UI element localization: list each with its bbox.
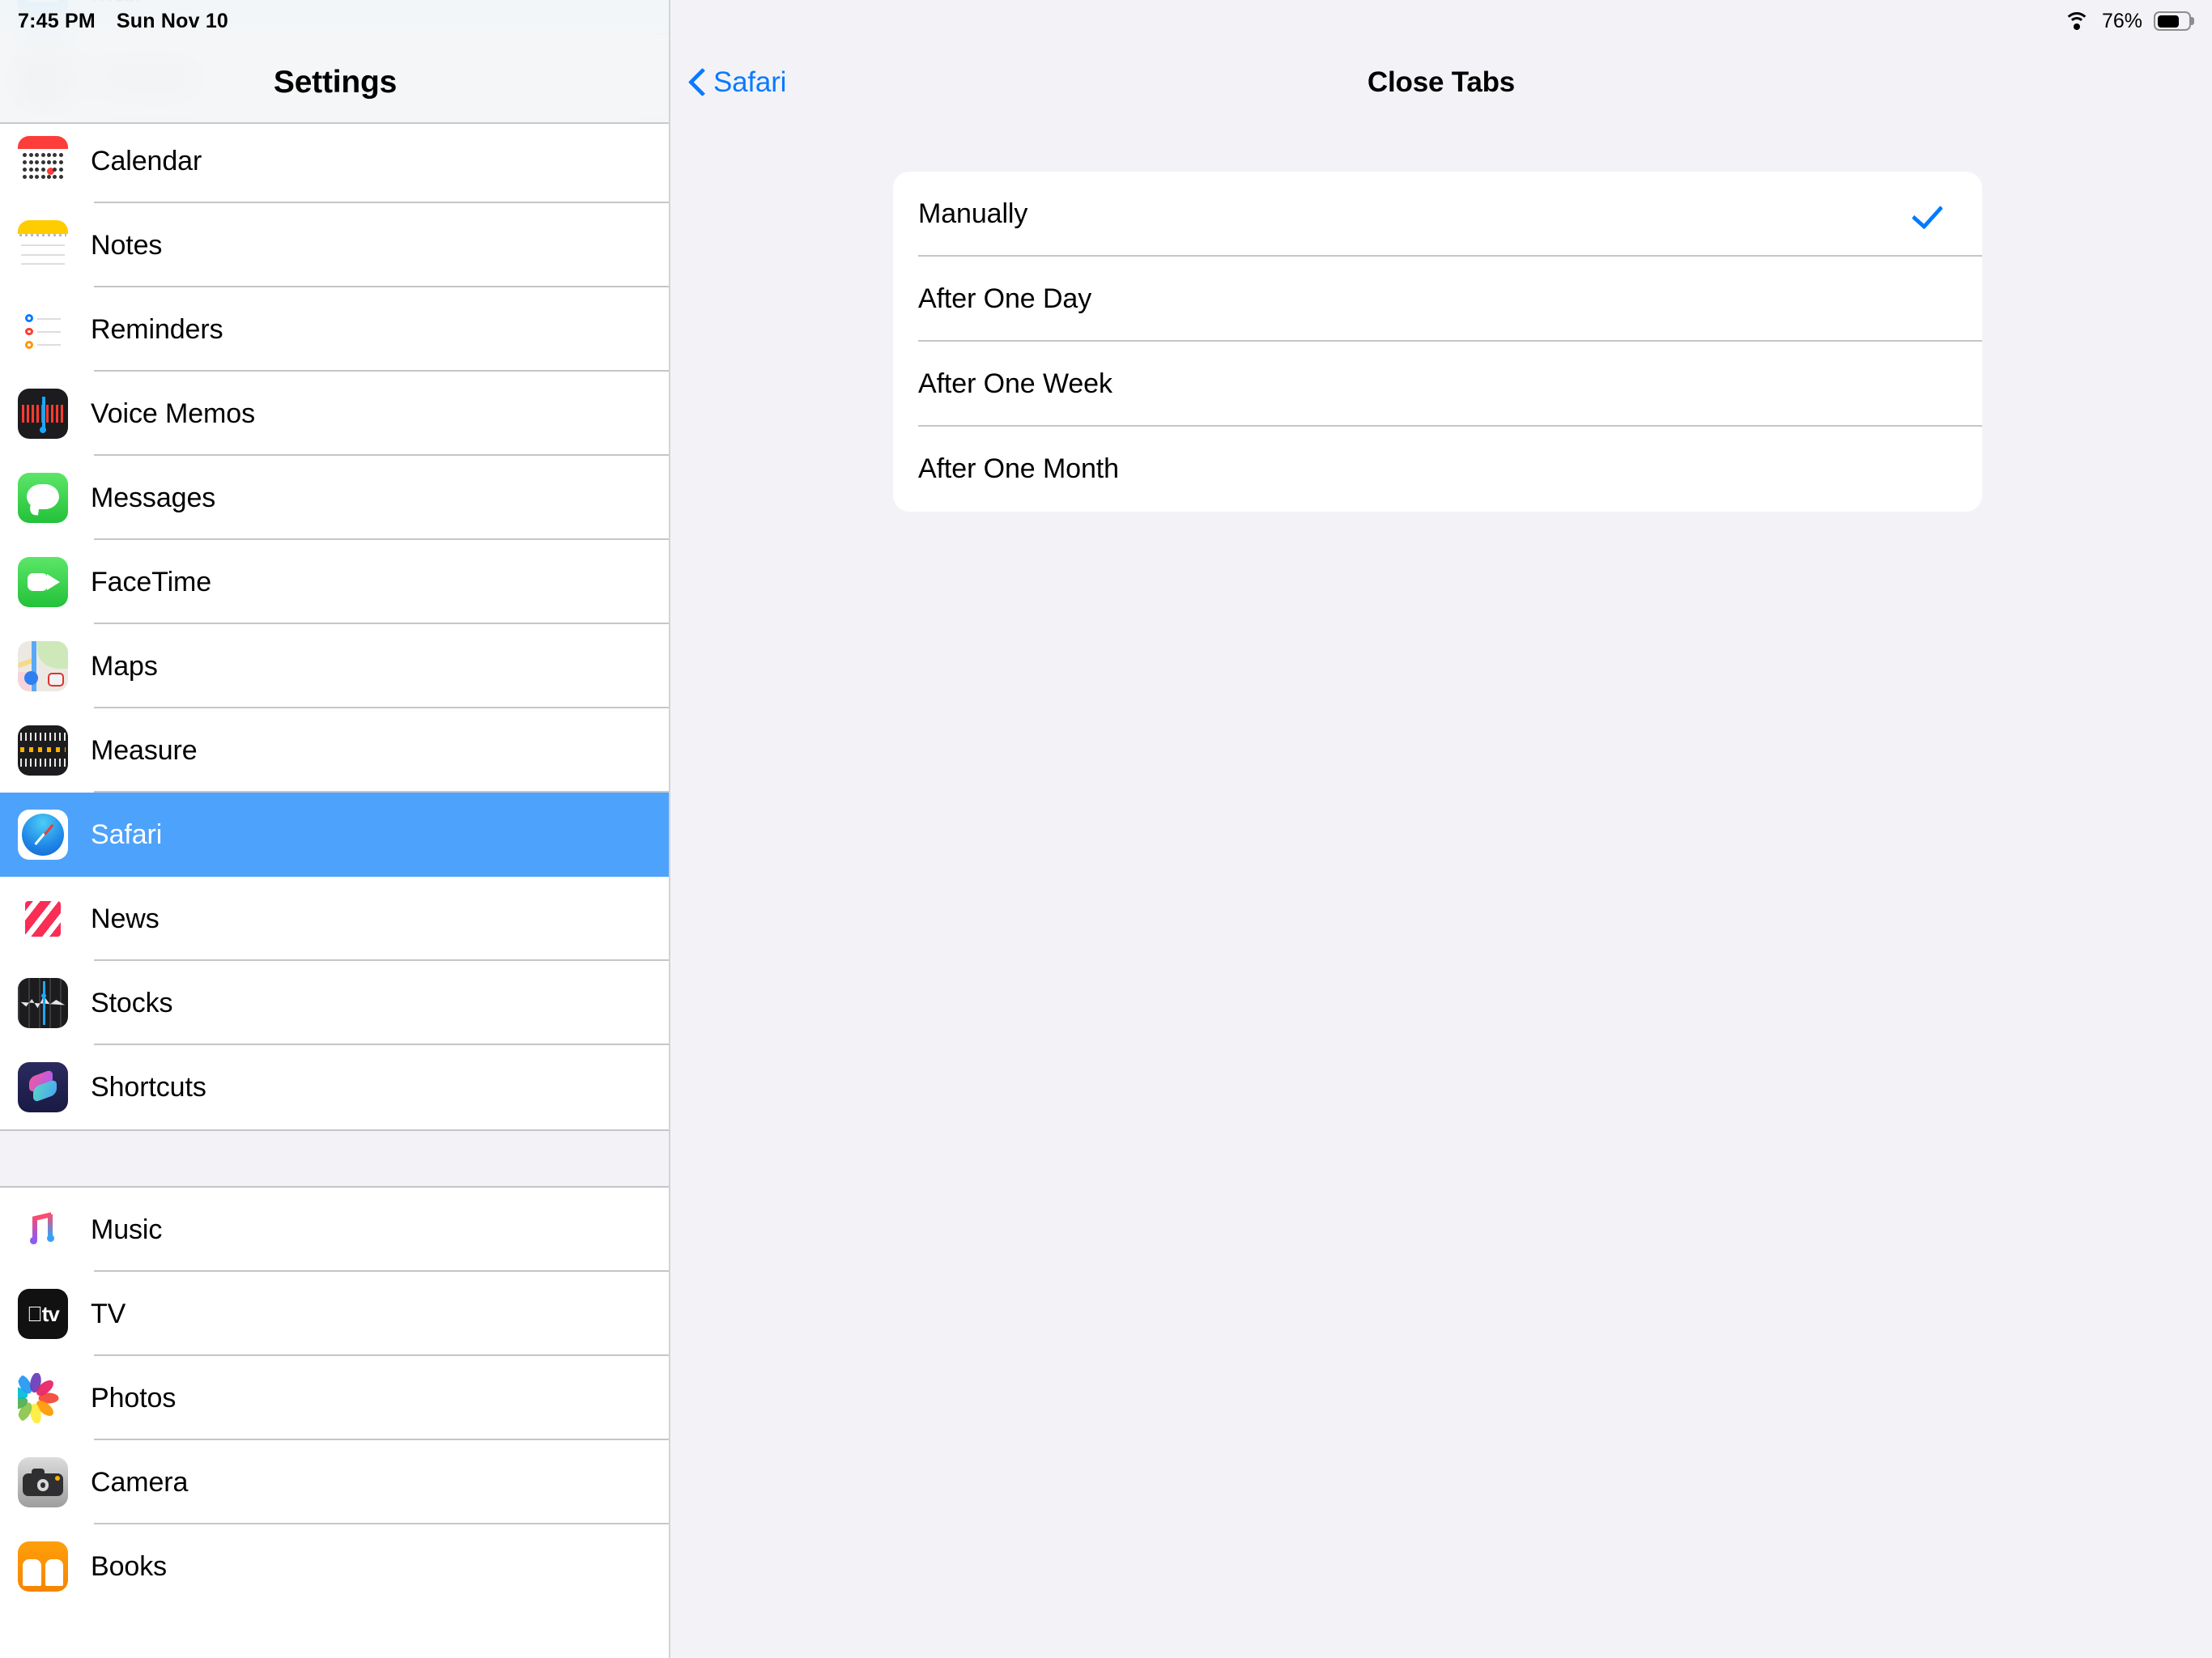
status-bar-date: Sun Nov 10 — [116, 9, 229, 32]
page-title: Settings — [273, 64, 398, 100]
option-after-one-day[interactable]: After One Day — [893, 257, 1982, 342]
back-button[interactable]: Safari — [688, 66, 786, 99]
messages-icon — [18, 473, 68, 523]
sidebar-item-label: Safari — [91, 818, 163, 850]
sidebar-item-tv[interactable]: tv TV — [0, 1272, 670, 1356]
sidebar-item-label: TV — [91, 1298, 126, 1329]
sidebar-item-label: FaceTime — [91, 566, 212, 597]
option-manually[interactable]: Manually — [893, 172, 1982, 257]
sidebar-item-label: Stocks — [91, 987, 173, 1018]
checkmark-icon — [1916, 201, 1943, 228]
battery-percent-label: 76% — [2101, 9, 2142, 32]
sidebar-item-stocks[interactable]: Stocks — [0, 961, 670, 1045]
sidebar-item-label: Reminders — [91, 313, 223, 345]
calendar-icon — [18, 136, 68, 186]
stocks-icon — [18, 978, 68, 1028]
sidebar-item-music[interactable]: Music — [0, 1188, 670, 1272]
status-bar-right: 76% — [2063, 0, 2212, 42]
option-after-one-month[interactable]: After One Month — [893, 427, 1982, 512]
section-gap — [0, 1129, 670, 1188]
voice-memos-icon — [18, 389, 68, 439]
wifi-icon — [2063, 11, 2091, 32]
detail-pane: Manually After One Day After One Week After… — [670, 0, 2212, 1658]
photos-icon — [18, 1373, 68, 1423]
safari-icon — [18, 810, 68, 860]
sidebar-item-books[interactable]: Books — [0, 1524, 670, 1609]
option-label: After One Month — [918, 453, 1119, 484]
tv-icon: tv — [18, 1289, 68, 1339]
sidebar-item-label: Music — [91, 1214, 163, 1245]
option-label: After One Week — [918, 368, 1112, 399]
status-bar-left: 7:45 PM Sun Nov 10 — [0, 0, 670, 42]
sidebar-item-notes[interactable]: Notes — [0, 203, 670, 287]
sidebar-item-maps[interactable]: Maps — [0, 624, 670, 708]
close-tabs-options-card[interactable]: Manually After One Day After One Week After… — [893, 172, 1982, 512]
sidebar-item-photos[interactable]: Photos — [0, 1356, 670, 1440]
sidebar-item-shortcuts[interactable]: Shortcuts — [0, 1045, 670, 1129]
sidebar-item-label: Photos — [91, 1382, 177, 1414]
sidebar-item-voice-memos[interactable]: Voice Memos — [0, 372, 670, 456]
sidebar-item-label: Notes — [91, 229, 163, 261]
option-label: After One Day — [918, 283, 1092, 314]
music-icon — [18, 1205, 68, 1255]
sidebar-item-label: Books — [91, 1550, 167, 1582]
status-bar-time: 7:45 PM — [18, 9, 96, 32]
sidebar-item-safari[interactable]: Safari — [0, 793, 670, 877]
sidebar-item-label: Maps — [91, 650, 158, 682]
sidebar-item-reminders[interactable]: Reminders — [0, 287, 670, 372]
sidebar-item-camera[interactable]: Camera — [0, 1440, 670, 1524]
sidebar-item-news[interactable]: News — [0, 877, 670, 961]
settings-list[interactable]: MailContactsCalendarNotesRemindersVoice … — [0, 0, 670, 1609]
reminders-icon — [18, 304, 68, 355]
sidebar-item-label: Shortcuts — [91, 1071, 206, 1103]
sidebar-divider — [669, 0, 670, 1658]
sidebar-item-calendar[interactable]: Calendar — [0, 119, 670, 203]
facetime-icon — [18, 557, 68, 607]
sidebar-item-label: Voice Memos — [91, 397, 255, 429]
settings-sidebar[interactable]: MailContactsCalendarNotesRemindersVoice … — [0, 0, 670, 1658]
back-button-label: Safari — [713, 66, 787, 98]
shortcuts-icon — [18, 1062, 68, 1112]
maps-icon — [18, 641, 68, 691]
sidebar-item-facetime[interactable]: FaceTime — [0, 540, 670, 624]
measure-icon — [18, 725, 68, 776]
sidebar-item-messages[interactable]: Messages — [0, 456, 670, 540]
sidebar-header: 7:45 PM Sun Nov 10 Settings — [0, 0, 670, 124]
sidebar-item-label: Calendar — [91, 145, 202, 176]
sidebar-item-label: News — [91, 903, 160, 934]
sidebar-item-label: Camera — [91, 1466, 189, 1498]
news-icon — [18, 894, 68, 944]
option-label: Manually — [918, 198, 1028, 229]
sidebar-item-label: Measure — [91, 734, 198, 766]
books-icon — [18, 1541, 68, 1592]
sidebar-item-label: Messages — [91, 482, 216, 513]
detail-title: Close Tabs — [1367, 66, 1516, 98]
settings-split-view: MailContactsCalendarNotesRemindersVoice … — [0, 0, 2212, 1658]
battery-icon — [2154, 11, 2194, 31]
option-after-one-week[interactable]: After One Week — [893, 342, 1982, 427]
camera-icon — [18, 1457, 68, 1507]
notes-icon — [18, 220, 68, 270]
sidebar-item-measure[interactable]: Measure — [0, 708, 670, 793]
chevron-left-icon — [688, 67, 706, 98]
navigation-bar: Close Tabs Safari — [670, 42, 2212, 122]
detail-navigation-bar: 76% Close Tabs Safari — [670, 0, 2212, 124]
